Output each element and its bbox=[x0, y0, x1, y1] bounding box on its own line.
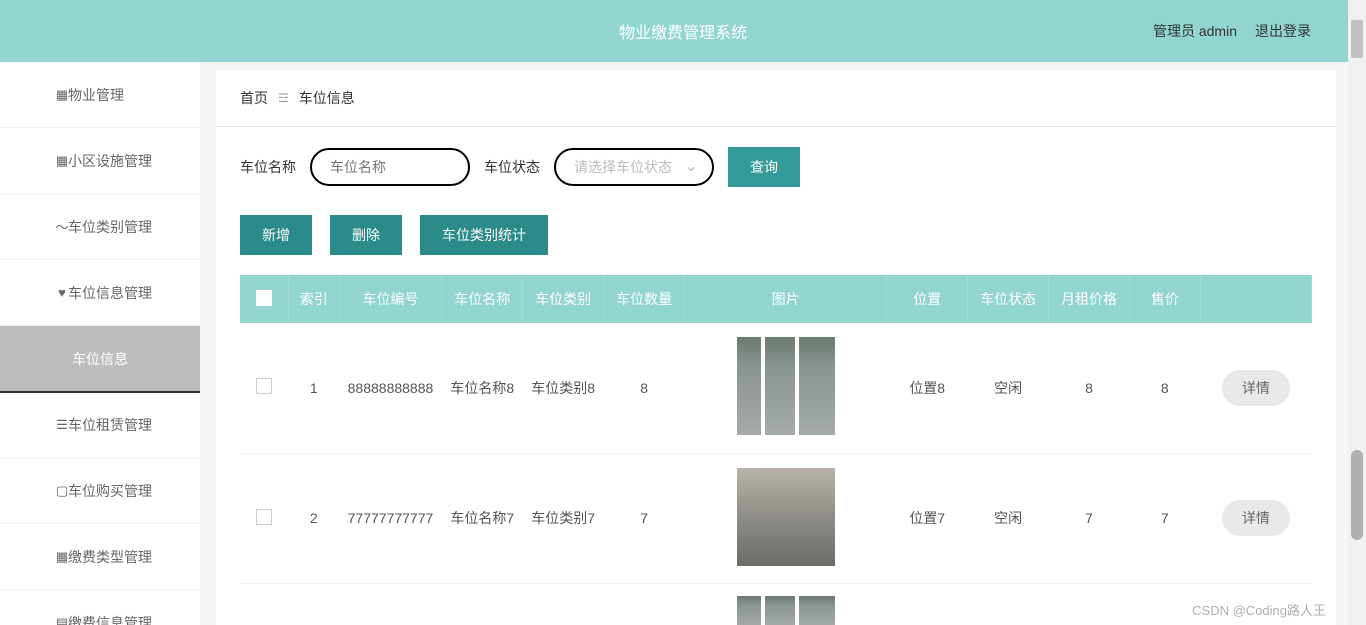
screen-icon: ▢ bbox=[55, 484, 69, 498]
breadcrumb-sep-icon: ☲ bbox=[278, 91, 289, 105]
detail-button[interactable]: 详情 bbox=[1222, 500, 1290, 536]
cell-cat: 车位类别8 bbox=[523, 323, 604, 453]
cell-cat: 车位类别7 bbox=[523, 453, 604, 583]
cell-loc: 位置8 bbox=[887, 323, 968, 453]
cell-price: 8 bbox=[1129, 323, 1200, 453]
table-row: 2 77777777777 车位名称7 车位类别7 7 位置7 空闲 7 7 详… bbox=[240, 453, 1312, 583]
user-info: 管理员 admin bbox=[1153, 21, 1237, 41]
scrollbar-thumb[interactable] bbox=[1351, 20, 1363, 58]
sidebar-item-label: 车位购买管理 bbox=[68, 481, 152, 501]
col-loc: 位置 bbox=[887, 275, 968, 323]
sidebar-item-fee-info[interactable]: ▤缴费信息管理 bbox=[0, 590, 200, 625]
sidebar-item-purchase[interactable]: ▢车位购买管理 bbox=[0, 458, 200, 524]
breadcrumb: 首页 ☲ 车位信息 bbox=[216, 70, 1336, 127]
col-cat: 车位类别 bbox=[523, 275, 604, 323]
grid-icon: ▦ bbox=[55, 154, 69, 168]
filter-name-label: 车位名称 bbox=[240, 157, 296, 177]
query-button[interactable]: 查询 bbox=[728, 147, 800, 187]
app-title: 物业缴费管理系统 bbox=[619, 19, 747, 43]
filter-status-label: 车位状态 bbox=[484, 157, 540, 177]
col-name: 车位名称 bbox=[442, 275, 523, 323]
cell-status: 空闲 bbox=[968, 453, 1049, 583]
thumbnail-image bbox=[737, 596, 835, 625]
main-panel: 首页 ☲ 车位信息 车位名称 车位状态 请选择车位状态 查询 新增 删除 车位类… bbox=[216, 70, 1336, 625]
breadcrumb-current: 车位信息 bbox=[299, 88, 355, 108]
cell-name: 车位名称7 bbox=[442, 453, 523, 583]
thumbnail-image bbox=[737, 337, 835, 435]
cell-name: 车位名称8 bbox=[442, 323, 523, 453]
sidebar-item-label: 物业管理 bbox=[68, 85, 124, 105]
cell-status: 空闲 bbox=[968, 323, 1049, 453]
sidebar-item-spot-info[interactable]: ♥车位信息管理 bbox=[0, 260, 200, 326]
doc-icon: ▤ bbox=[55, 616, 69, 625]
detail-button[interactable]: 详情 bbox=[1222, 370, 1290, 406]
cell-index: 2 bbox=[289, 453, 340, 583]
chart-icon: 〜 bbox=[55, 220, 69, 234]
cell-rent: 8 bbox=[1049, 323, 1130, 453]
sidebar-item-label: 缴费信息管理 bbox=[68, 613, 152, 625]
filter-name-input[interactable] bbox=[310, 148, 470, 186]
select-all-checkbox[interactable] bbox=[256, 290, 272, 306]
stats-button[interactable]: 车位类别统计 bbox=[420, 215, 548, 255]
sidebar-item-label: 车位信息管理 bbox=[68, 283, 152, 303]
table-row: 1 88888888888 车位名称8 车位类别8 8 位置8 空闲 8 8 详… bbox=[240, 323, 1312, 453]
cell-index: 1 bbox=[289, 323, 340, 453]
cell-no: 88888888888 bbox=[339, 323, 442, 453]
col-price: 售价 bbox=[1129, 275, 1200, 323]
bulb-icon: ♥ bbox=[55, 286, 69, 300]
list-icon: ☰ bbox=[55, 418, 69, 432]
app-header: 物业缴费管理系统 管理员 admin 退出登录 bbox=[0, 0, 1366, 62]
col-no: 车位编号 bbox=[339, 275, 442, 323]
cell-qty: 7 bbox=[604, 453, 685, 583]
filter-bar: 车位名称 车位状态 请选择车位状态 查询 bbox=[240, 147, 1312, 187]
grid-icon: ▦ bbox=[55, 550, 69, 564]
sidebar-item-spot-category[interactable]: 〜车位类别管理 bbox=[0, 194, 200, 260]
cell-rent: 7 bbox=[1049, 453, 1130, 583]
col-actions bbox=[1200, 275, 1311, 323]
cell-no: 77777777777 bbox=[339, 453, 442, 583]
scrollbar-vertical[interactable] bbox=[1348, 0, 1366, 625]
logout-link[interactable]: 退出登录 bbox=[1255, 21, 1311, 41]
breadcrumb-home[interactable]: 首页 bbox=[240, 88, 268, 108]
cell-qty: 8 bbox=[604, 323, 685, 453]
add-button[interactable]: 新增 bbox=[240, 215, 312, 255]
filter-status-select[interactable]: 请选择车位状态 bbox=[554, 148, 714, 186]
sidebar-item-label: 车位信息 bbox=[72, 349, 128, 369]
row-checkbox[interactable] bbox=[256, 509, 272, 525]
sidebar-item-label: 车位租赁管理 bbox=[68, 415, 152, 435]
cell-price: 7 bbox=[1129, 453, 1200, 583]
row-checkbox[interactable] bbox=[256, 378, 272, 394]
grid-icon: ▦ bbox=[55, 88, 69, 102]
sidebar-item-rental[interactable]: ☰车位租赁管理 bbox=[0, 392, 200, 458]
col-index: 索引 bbox=[289, 275, 340, 323]
sidebar-item-spot-list[interactable]: 车位信息 bbox=[0, 326, 200, 392]
sidebar: ▦物业管理 ▦小区设施管理 〜车位类别管理 ♥车位信息管理 车位信息 ☰车位租赁… bbox=[0, 62, 200, 625]
thumbnail-image bbox=[737, 468, 835, 566]
sidebar-item-label: 车位类别管理 bbox=[68, 217, 152, 237]
table-row bbox=[240, 583, 1312, 625]
delete-button[interactable]: 删除 bbox=[330, 215, 402, 255]
scrollbar-thumb-inner[interactable] bbox=[1351, 450, 1363, 540]
data-table: 索引 车位编号 车位名称 车位类别 车位数量 图片 位置 车位状态 月租价格 售… bbox=[240, 275, 1312, 625]
sidebar-item-property[interactable]: ▦物业管理 bbox=[0, 62, 200, 128]
table-header-row: 索引 车位编号 车位名称 车位类别 车位数量 图片 位置 车位状态 月租价格 售… bbox=[240, 275, 1312, 323]
sidebar-item-fee-type[interactable]: ▦缴费类型管理 bbox=[0, 524, 200, 590]
sidebar-item-facility[interactable]: ▦小区设施管理 bbox=[0, 128, 200, 194]
action-bar: 新增 删除 车位类别统计 bbox=[240, 215, 1312, 255]
col-qty: 车位数量 bbox=[604, 275, 685, 323]
col-img: 图片 bbox=[685, 275, 887, 323]
col-rent: 月租价格 bbox=[1049, 275, 1130, 323]
sidebar-item-label: 小区设施管理 bbox=[68, 151, 152, 171]
col-status: 车位状态 bbox=[968, 275, 1049, 323]
sidebar-item-label: 缴费类型管理 bbox=[68, 547, 152, 567]
cell-loc: 位置7 bbox=[887, 453, 968, 583]
